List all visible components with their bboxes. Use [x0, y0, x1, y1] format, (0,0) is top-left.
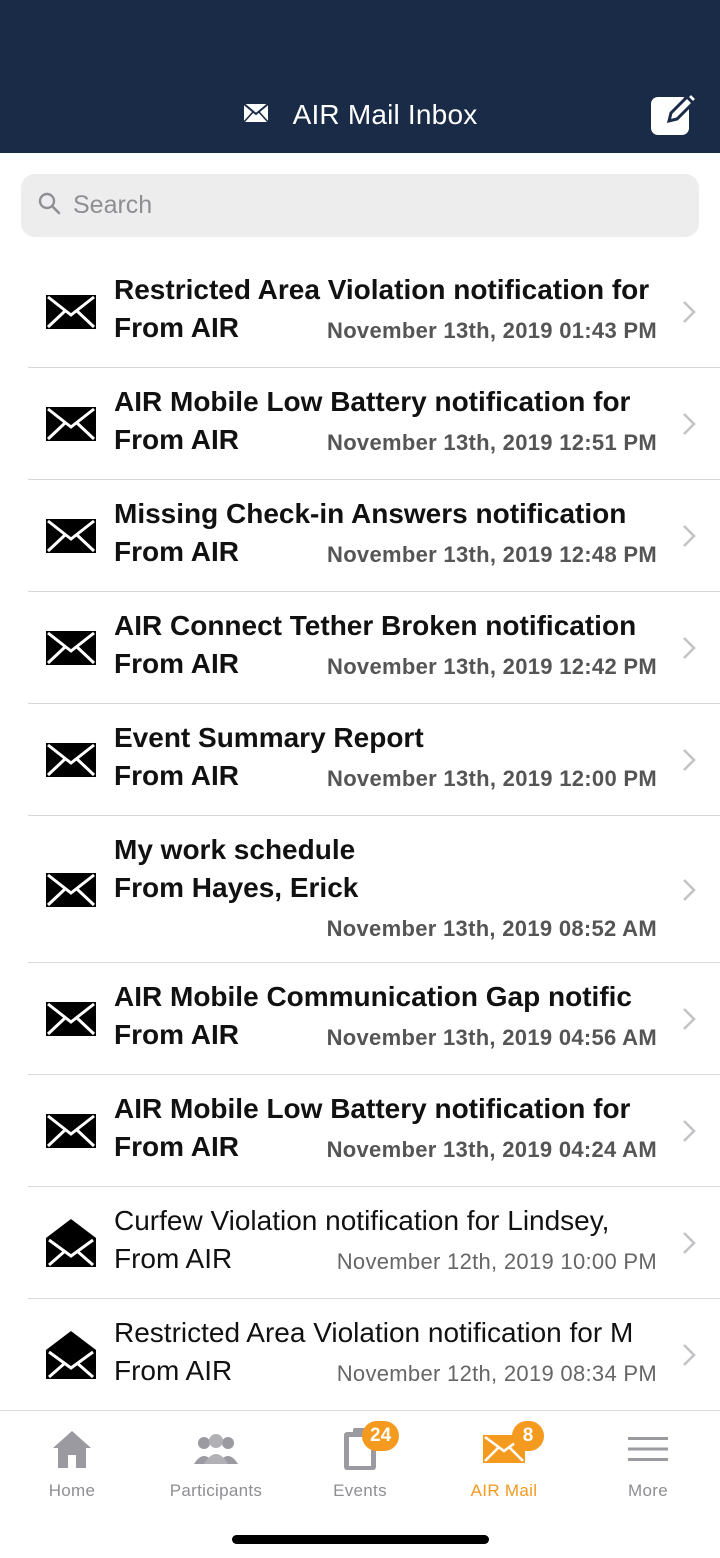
chevron-right-icon: [680, 1341, 698, 1369]
message-sender: From AIR: [114, 424, 239, 455]
chevron-right-icon: [680, 876, 698, 904]
message-subject: Restricted Area Violation notification f…: [114, 1317, 634, 1348]
chevron-right-icon: [680, 1005, 698, 1033]
message-list: Restricted Area Violation notification f…: [0, 256, 720, 1411]
chevron-right-icon: [680, 634, 698, 662]
tab-air-mail[interactable]: 8 AIR Mail: [432, 1411, 576, 1511]
message-text: Restricted Area Violation notification f…: [114, 1299, 657, 1411]
message-subject: Missing Check-in Answers notification: [114, 498, 627, 529]
message-date: November 13th, 2019 12:42 PM: [327, 654, 657, 679]
message-sender: From AIR: [114, 312, 239, 343]
message-text: My work schedule From Hayes, Erick Novem…: [114, 816, 657, 963]
chevron-right-icon: [680, 1229, 698, 1257]
envelope-open-icon: [44, 1219, 98, 1267]
message-subject: My work schedule: [114, 834, 356, 865]
message-text: Event Summary Report From AIR November 1…: [114, 704, 657, 816]
message-sender: From AIR: [114, 1355, 233, 1386]
message-date: November 13th, 2019 08:52 AM: [326, 916, 657, 941]
compose-icon: [649, 90, 700, 142]
home-indicator[interactable]: [232, 1535, 489, 1544]
search-bar[interactable]: [21, 174, 699, 237]
message-text: Curfew Violation notification for Lindse…: [114, 1187, 657, 1299]
message-row[interactable]: AIR Connect Tether Broken notification F…: [0, 592, 720, 704]
envelope-open-icon: [44, 1331, 98, 1379]
chevron-right-icon: [680, 1117, 698, 1145]
message-subject: AIR Connect Tether Broken notification: [114, 610, 637, 641]
tab-more[interactable]: More: [576, 1411, 720, 1511]
message-date: November 13th, 2019 01:43 PM: [327, 318, 657, 343]
envelope-closed-icon: [44, 516, 98, 556]
envelope-closed-icon: [44, 628, 98, 668]
mail-icon: 8: [474, 1421, 544, 1473]
home-icon: [42, 1425, 102, 1473]
message-text: AIR Mobile Low Battery notification for …: [114, 1075, 657, 1187]
message-row[interactable]: Curfew Violation notification for Lindse…: [0, 1187, 720, 1299]
app-header: AIR Mail Inbox: [0, 0, 720, 153]
message-date: November 12th, 2019 08:34 PM: [336, 1361, 657, 1386]
message-date: November 13th, 2019 04:56 AM: [326, 1025, 657, 1050]
air-mail-badge: 8: [512, 1421, 544, 1451]
tab-events[interactable]: 24 Events: [288, 1411, 432, 1511]
tab-label: Participants: [169, 1481, 263, 1500]
message-subject: Curfew Violation notification for Lindse…: [114, 1205, 610, 1236]
message-row[interactable]: AIR Mobile Low Battery notification for …: [0, 1075, 720, 1187]
message-row[interactable]: AIR Mobile Low Battery notification for …: [0, 368, 720, 480]
tab-home[interactable]: Home: [0, 1411, 144, 1511]
message-text: Restricted Area Violation notification f…: [114, 256, 657, 368]
events-badge: 24: [362, 1421, 400, 1451]
message-sender: From AIR: [114, 1019, 239, 1050]
message-text: AIR Connect Tether Broken notification F…: [114, 592, 657, 704]
message-sender: From AIR: [114, 1131, 239, 1162]
chevron-right-icon: [680, 522, 698, 550]
message-subject: Restricted Area Violation notification f…: [114, 274, 650, 305]
clipboard-icon: 24: [330, 1421, 400, 1473]
chevron-right-icon: [680, 298, 698, 326]
chevron-right-icon: [680, 410, 698, 438]
header-title-group: AIR Mail Inbox: [0, 92, 720, 138]
envelope-closed-icon: [44, 1111, 98, 1151]
tab-label: More: [628, 1481, 668, 1500]
tab-label: Home: [48, 1481, 96, 1500]
message-subject: Event Summary Report: [114, 722, 424, 753]
message-subject: AIR Mobile Communication Gap notific: [114, 981, 632, 1012]
tab-label: AIR Mail: [470, 1481, 538, 1500]
menu-icon: [618, 1425, 678, 1473]
compose-button[interactable]: [648, 90, 700, 142]
envelope-closed-icon: [44, 999, 98, 1039]
message-sender: From Hayes, Erick: [114, 872, 359, 903]
envelope-closed-icon: [44, 292, 98, 332]
message-date: November 13th, 2019 04:24 AM: [326, 1137, 657, 1162]
search-icon: [37, 191, 61, 220]
message-date: November 13th, 2019 12:51 PM: [327, 430, 657, 455]
message-date: November 12th, 2019 10:00 PM: [336, 1249, 657, 1274]
tab-label: Events: [333, 1481, 387, 1500]
message-subject: AIR Mobile Low Battery notification for: [114, 1093, 631, 1124]
message-sender: From AIR: [114, 1243, 233, 1274]
message-row[interactable]: Restricted Area Violation notification f…: [0, 256, 720, 368]
message-text: AIR Mobile Low Battery notification for …: [114, 368, 657, 480]
message-row[interactable]: My work schedule From Hayes, Erick Novem…: [0, 816, 720, 963]
message-text: Missing Check-in Answers notification Fr…: [114, 480, 657, 592]
envelope-closed-icon: [44, 404, 98, 444]
message-date: November 13th, 2019 12:00 PM: [327, 766, 657, 791]
message-sender: From AIR: [114, 760, 239, 791]
participants-icon: [186, 1425, 246, 1473]
message-row[interactable]: Event Summary Report From AIR November 1…: [0, 704, 720, 816]
message-sender: From AIR: [114, 536, 239, 567]
chevron-right-icon: [680, 746, 698, 774]
envelope-icon: [242, 102, 269, 128]
tab-participants[interactable]: Participants: [144, 1411, 288, 1511]
page-title: AIR Mail Inbox: [292, 99, 478, 130]
message-row[interactable]: Missing Check-in Answers notification Fr…: [0, 480, 720, 592]
message-text: AIR Mobile Communication Gap notific Fro…: [114, 963, 657, 1075]
message-sender: From AIR: [114, 648, 239, 679]
envelope-closed-icon: [44, 870, 98, 910]
message-row[interactable]: AIR Mobile Communication Gap notific Fro…: [0, 963, 720, 1075]
search-input[interactable]: [73, 191, 633, 220]
message-date: November 13th, 2019 12:48 PM: [327, 542, 657, 567]
message-subject: AIR Mobile Low Battery notification for: [114, 386, 631, 417]
envelope-closed-icon: [44, 740, 98, 780]
message-row[interactable]: Restricted Area Violation notification f…: [0, 1299, 720, 1411]
